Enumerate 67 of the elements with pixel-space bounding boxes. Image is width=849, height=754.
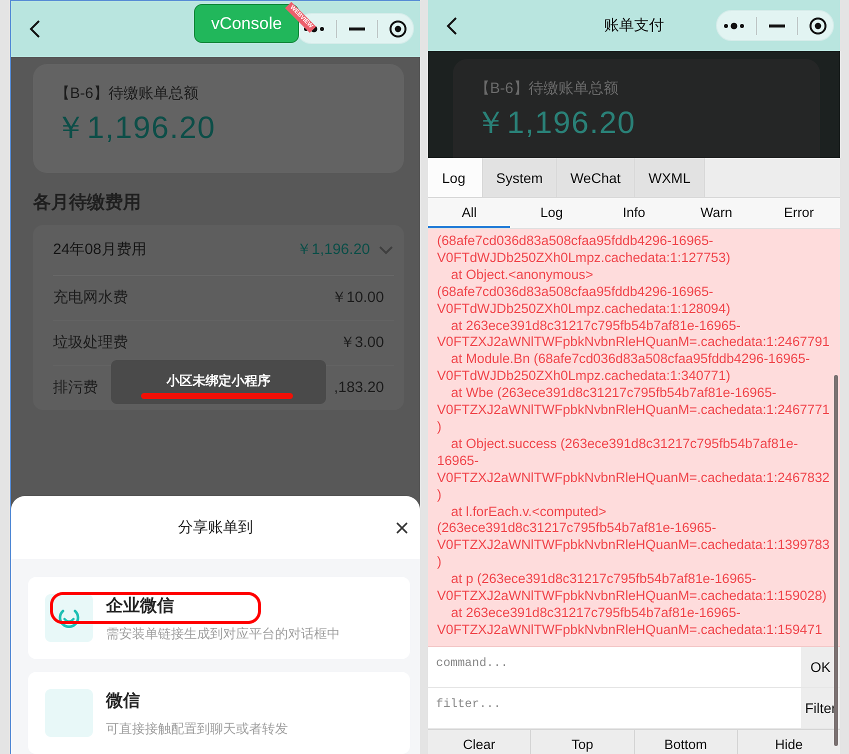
ok-button[interactable]: OK xyxy=(801,647,840,687)
log-line: V0FTZXJ2aWNlTWFpbkNvbnRleHQuanM=.cachedata:1:159028) xyxy=(437,588,828,605)
share-option[interactable]: 企业微信 需安装单链接生成到对应平台的对话框中 xyxy=(28,577,410,659)
log-line: (68afe7cd036d83a508cfaa95fddb4296-16965- xyxy=(437,233,714,250)
filter-tab[interactable]: Log xyxy=(510,198,593,228)
section-title: 各月待缴费用 xyxy=(33,190,142,214)
total-amount: ￥1,196.20 xyxy=(55,108,217,147)
target-icon[interactable] xyxy=(809,16,828,34)
more-icon[interactable] xyxy=(722,22,745,30)
log-line: at 263ece391d8c31217c795fb54b7af81e-16965- xyxy=(450,318,742,334)
fee-amount: ,183.20 xyxy=(334,379,384,396)
minimize-icon[interactable] xyxy=(768,24,785,28)
target-icon[interactable] xyxy=(389,20,408,38)
minimize-icon[interactable] xyxy=(348,26,365,31)
scrollbar-thumb[interactable] xyxy=(834,375,838,746)
summary-label: 【B-6】待缴账单总额 xyxy=(55,84,200,103)
log-line: ) xyxy=(437,418,442,436)
option-description: 可直接接触配置到聊天或者转发 xyxy=(106,720,288,738)
command-input[interactable]: command... xyxy=(436,652,801,674)
log-line: at l.forEach.v.<computed> xyxy=(450,504,608,520)
console-tab[interactable]: Log xyxy=(428,158,483,197)
month-label: 24年08月费用 xyxy=(53,240,148,260)
filter-tab[interactable]: Warn xyxy=(675,198,758,228)
log-line: at Object.<anonymous> xyxy=(450,266,594,284)
fee-amount: ￥3.00 xyxy=(340,333,384,352)
log-line: V0FTdWJDb250ZXh0Lmpz.cachedata:1:128094) xyxy=(437,300,732,318)
fee-amount: ￥10.00 xyxy=(331,288,384,308)
log-line: V0FTZXJ2aWNlTWFpbkNvbnRleHQuanM=.cachedata:1:2467832 xyxy=(437,470,831,487)
log-line: at p (263ece391d8c31217c795fb54b7af81e-16965- xyxy=(450,571,758,588)
log-line: (68afe7cd036d83a508cfaa95fddb4296-16965- xyxy=(437,284,714,301)
filter-input[interactable]: filter... xyxy=(436,693,801,715)
option-title: 微信 xyxy=(106,690,141,712)
log-line: V0FTdWJDb250ZXh0Lmpz.cachedata:1:340771) xyxy=(437,368,732,386)
filter-tab[interactable]: Info xyxy=(592,198,676,228)
console-tab[interactable]: WXML xyxy=(635,158,705,197)
log-line: at 263ece391d8c31217c795fb54b7af81e-16965- xyxy=(450,604,742,622)
log-line: at Module.Bn (68afe7cd036d83a508cfaa95fddb4296-16965- xyxy=(450,351,811,368)
close-icon[interactable] xyxy=(396,522,408,534)
option-description: 需安装单链接生成到对应平台的对话框中 xyxy=(106,624,340,642)
log-line: (263ece391d8c31217c795fb54b7af81e-16965- xyxy=(437,520,718,538)
share-option[interactable]: 微信 可直接接触配置到聊天或者转发 xyxy=(28,672,410,754)
summary-label: 【B-6】待缴账单总额 xyxy=(475,79,620,98)
log-line: at Object.success (263ece391d8c31217c795fb54b7af81e- xyxy=(450,436,799,453)
log-line: V0FTZXJ2aWNlTWFpbkNvbnRleHQuanM=.cachedata:1:2467791 xyxy=(437,334,831,352)
fee-name: 垃圾处理费 xyxy=(53,333,128,352)
log-line: V0FTZXJ2aWNlTWFpbkNvbnRleHQuanM=.cachedata:1:2467771 xyxy=(437,402,831,419)
filter-button[interactable]: Filter xyxy=(801,688,840,728)
console-tab[interactable]: WeChat xyxy=(557,158,635,197)
option-title: 企业微信 xyxy=(106,594,175,616)
log-line: V0FTZXJ2aWNlTWFpbkNvbnRleHQuanM=.cachedata:1:1399783 xyxy=(437,537,831,554)
month-amount: ￥1,196.20 xyxy=(296,240,370,260)
total-amount: ￥1,196.20 xyxy=(475,104,637,142)
log-line: at Wbe (263ece391d8c31217c795fb54b7af81e-16965- xyxy=(450,385,778,402)
page-title: 账单支付 xyxy=(604,17,664,34)
log-line: ) xyxy=(437,486,442,504)
back-icon[interactable] xyxy=(446,16,458,36)
console-tab[interactable]: System xyxy=(483,158,557,197)
fee-name: 充电网水费 xyxy=(53,288,128,308)
sheet-title: 分享账单到 xyxy=(178,518,253,537)
fee-name: 排污费 xyxy=(53,378,98,398)
log-line: V0FTdWJDb250ZXh0Lmpz.cachedata:1:127753) xyxy=(437,250,732,267)
log-line: 16965- xyxy=(437,452,480,470)
toast-message: 小区未绑定小程序 xyxy=(166,373,270,389)
log-line: ) xyxy=(437,554,442,572)
log-line: V0FTZXJ2aWNlTWFpbkNvbnRleHQuanM=.cachedata:1:159471 xyxy=(437,622,824,639)
back-icon[interactable] xyxy=(29,18,41,39)
filter-tab[interactable]: Error xyxy=(758,198,840,228)
